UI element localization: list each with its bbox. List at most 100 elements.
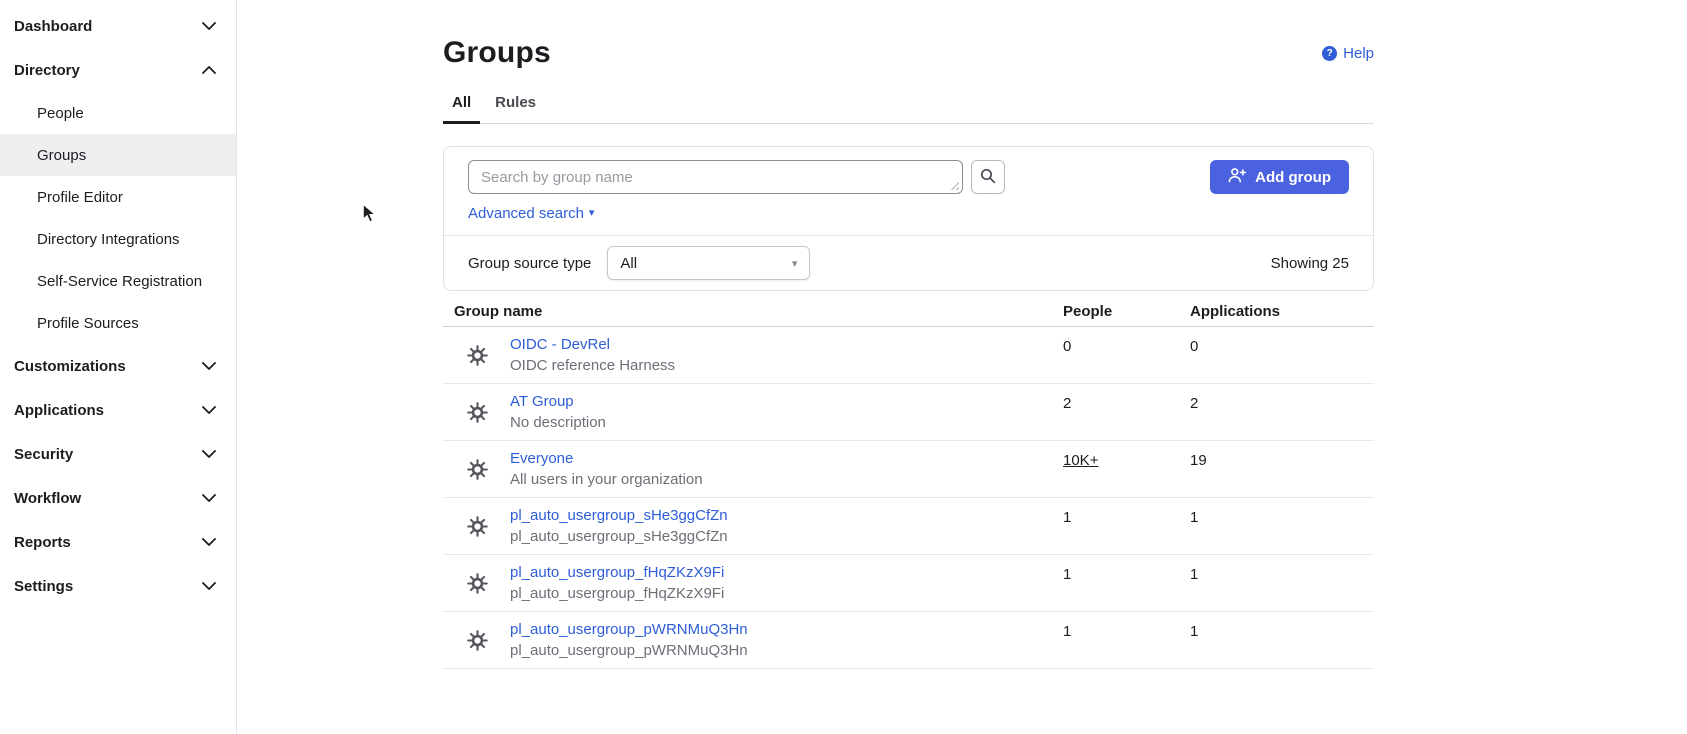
sidebar-directory-children: People Groups Profile Editor Directory I… [0, 92, 236, 344]
group-source-type-label: Group source type [468, 255, 591, 272]
chevron-down-icon [202, 538, 216, 546]
sidebar-item-label: Dashboard [14, 18, 92, 35]
tab-bar: All Rules [443, 94, 1374, 124]
sidebar-item-label: Groups [37, 147, 86, 164]
sidebar-item-label: People [37, 105, 84, 122]
sidebar-item-label: Directory Integrations [37, 231, 180, 248]
sidebar-item-label: Profile Editor [37, 189, 123, 206]
column-header-people: People [1063, 303, 1190, 320]
group-description: OIDC reference Harness [510, 357, 675, 374]
chevron-up-icon [202, 66, 216, 74]
column-header-group-name: Group name [443, 303, 1063, 320]
sidebar-item-label: Workflow [14, 490, 81, 507]
chevron-down-icon [202, 362, 216, 370]
group-name-link[interactable]: pl_auto_usergroup_sHe3ggCfZn [510, 507, 728, 524]
column-header-applications: Applications [1190, 303, 1374, 320]
help-label: Help [1343, 45, 1374, 62]
group-icon [467, 573, 488, 594]
advanced-search-link[interactable]: Advanced search ▾ [468, 205, 594, 222]
advanced-search-label: Advanced search [468, 205, 584, 222]
group-applications-count: 1 [1190, 555, 1374, 611]
table-row: Everyone All users in your organization … [443, 441, 1374, 498]
chevron-down-icon [202, 22, 216, 30]
sidebar-item-label: Self-Service Registration [37, 273, 202, 290]
group-applications-count: 1 [1190, 498, 1374, 554]
sidebar-item-label: Settings [14, 578, 73, 595]
table-row: pl_auto_usergroup_pWRNMuQ3Hn pl_auto_use… [443, 612, 1374, 669]
sidebar-item-label: Directory [14, 62, 80, 79]
search-button[interactable] [971, 160, 1005, 194]
sidebar-item-label: Security [14, 446, 73, 463]
tab-rules[interactable]: Rules [486, 94, 545, 124]
sidebar-item-applications[interactable]: Applications [0, 388, 236, 432]
group-people-count: 2 [1063, 384, 1190, 440]
group-people-count: 1 [1063, 555, 1190, 611]
group-people-count: 1 [1063, 498, 1190, 554]
sidebar-item-label: Customizations [14, 358, 126, 375]
group-people-count-link[interactable]: 10K+ [1063, 441, 1098, 497]
sidebar-item-people[interactable]: People [0, 92, 236, 134]
search-icon [980, 168, 996, 187]
chevron-down-icon [202, 450, 216, 458]
sidebar: Dashboard Directory People Groups Profil… [0, 0, 237, 734]
group-icon [467, 345, 488, 366]
showing-count: Showing 25 [1271, 255, 1349, 272]
chevron-down-icon [202, 406, 216, 414]
sidebar-item-reports[interactable]: Reports [0, 520, 236, 564]
group-description: No description [510, 414, 606, 431]
groups-table: Group name People Applications OIDC - De… [443, 297, 1374, 669]
group-applications-count: 2 [1190, 384, 1374, 440]
help-icon: ? [1322, 46, 1337, 61]
group-name-link[interactable]: pl_auto_usergroup_pWRNMuQ3Hn [510, 621, 748, 638]
chevron-down-icon [202, 494, 216, 502]
sidebar-item-profile-sources[interactable]: Profile Sources [0, 302, 236, 344]
sidebar-item-groups[interactable]: Groups [0, 134, 236, 176]
sidebar-item-label: Reports [14, 534, 71, 551]
group-icon [467, 630, 488, 651]
app-root: Dashboard Directory People Groups Profil… [0, 0, 1687, 734]
sidebar-item-customizations[interactable]: Customizations [0, 344, 236, 388]
group-applications-count: 0 [1190, 327, 1374, 383]
caret-down-icon: ▾ [589, 208, 595, 219]
group-name-link[interactable]: AT Group [510, 393, 606, 410]
group-description: All users in your organization [510, 471, 703, 488]
group-description: pl_auto_usergroup_fHqZKzX9Fi [510, 585, 724, 602]
group-name-link[interactable]: OIDC - DevRel [510, 336, 675, 353]
table-row: pl_auto_usergroup_sHe3ggCfZn pl_auto_use… [443, 498, 1374, 555]
search-panel: Add group Advanced search ▾ Group source… [443, 146, 1374, 291]
sidebar-item-directory[interactable]: Directory [0, 48, 236, 92]
sidebar-item-workflow[interactable]: Workflow [0, 476, 236, 520]
group-applications-count: 19 [1190, 441, 1374, 497]
search-box [468, 160, 963, 194]
group-icon [467, 459, 488, 480]
group-description: pl_auto_usergroup_pWRNMuQ3Hn [510, 642, 748, 659]
chevron-down-icon [202, 582, 216, 590]
search-input[interactable] [468, 160, 963, 194]
sidebar-item-dashboard[interactable]: Dashboard [0, 4, 236, 48]
sidebar-item-self-service-registration[interactable]: Self-Service Registration [0, 260, 236, 302]
tab-all[interactable]: All [443, 94, 480, 124]
group-people-count: 1 [1063, 612, 1190, 668]
sidebar-item-settings[interactable]: Settings [0, 564, 236, 608]
group-name-link[interactable]: Everyone [510, 450, 703, 467]
group-icon [467, 516, 488, 537]
sidebar-item-directory-integrations[interactable]: Directory Integrations [0, 218, 236, 260]
group-applications-count: 1 [1190, 612, 1374, 668]
group-source-type-select[interactable]: All ▾ [607, 246, 810, 280]
sidebar-item-security[interactable]: Security [0, 432, 236, 476]
add-user-icon [1228, 167, 1246, 187]
table-row: OIDC - DevRel OIDC reference Harness 0 0 [443, 327, 1374, 384]
sidebar-item-profile-editor[interactable]: Profile Editor [0, 176, 236, 218]
table-row: AT Group No description 2 2 [443, 384, 1374, 441]
table-header: Group name People Applications [443, 297, 1374, 327]
caret-down-icon: ▾ [792, 257, 798, 270]
sidebar-item-label: Applications [14, 402, 104, 419]
group-people-count: 0 [1063, 327, 1190, 383]
sidebar-item-label: Profile Sources [37, 315, 139, 332]
help-link[interactable]: ? Help [1322, 45, 1374, 62]
add-group-button[interactable]: Add group [1210, 160, 1349, 194]
table-row: pl_auto_usergroup_fHqZKzX9Fi pl_auto_use… [443, 555, 1374, 612]
group-name-link[interactable]: pl_auto_usergroup_fHqZKzX9Fi [510, 564, 724, 581]
group-icon [467, 402, 488, 423]
main-content: Groups ? Help All Rules [237, 0, 1687, 734]
